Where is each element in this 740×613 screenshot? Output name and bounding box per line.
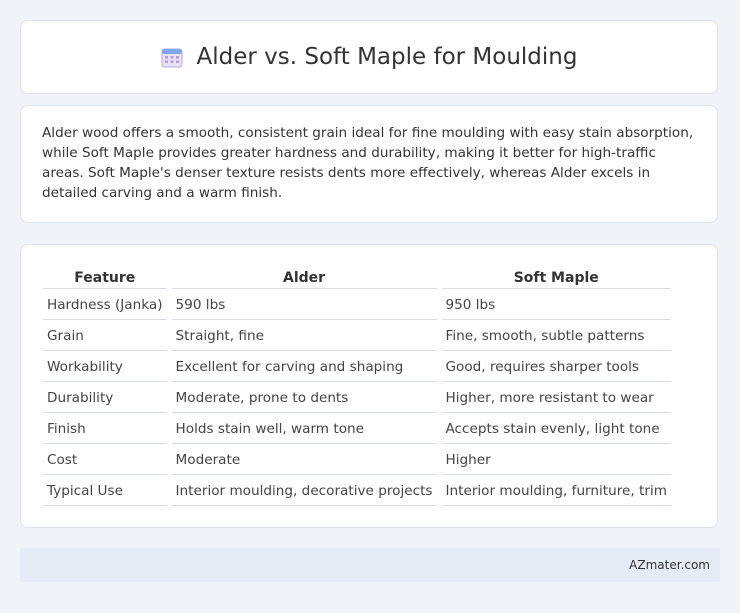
cell-feature: Hardness (Janka) — [43, 290, 167, 320]
title-card: Alder vs. Soft Maple for Moulding — [20, 20, 718, 94]
cell-alder: 590 lbs — [171, 290, 437, 320]
table-row: Grain Straight, fine Fine, smooth, subtl… — [43, 321, 671, 351]
header-soft-maple: Soft Maple — [441, 267, 671, 289]
table-row: Typical Use Interior moulding, decorativ… — [43, 476, 671, 506]
cell-feature: Finish — [43, 414, 167, 444]
footer: AZmater.com — [20, 548, 720, 582]
cell-alder: Straight, fine — [171, 321, 437, 351]
cell-alder: Moderate, prone to dents — [171, 383, 437, 413]
table-row: Workability Excellent for carving and sh… — [43, 352, 671, 382]
cell-soft-maple: Higher — [441, 445, 671, 475]
cell-feature: Grain — [43, 321, 167, 351]
comparison-card: Feature Alder Soft Maple Hardness (Janka… — [20, 244, 718, 528]
table-row: Finish Holds stain well, warm tone Accep… — [43, 414, 671, 444]
header-feature: Feature — [43, 267, 167, 289]
cell-feature: Cost — [43, 445, 167, 475]
table-row: Hardness (Janka) 590 lbs 950 lbs — [43, 290, 671, 320]
title-wrap: Alder vs. Soft Maple for Moulding — [161, 44, 578, 70]
cell-feature: Typical Use — [43, 476, 167, 506]
cell-soft-maple: Good, requires sharper tools — [441, 352, 671, 382]
cell-alder: Excellent for carving and shaping — [171, 352, 437, 382]
summary-card: Alder wood offers a smooth, consistent g… — [20, 105, 718, 223]
cell-alder: Holds stain well, warm tone — [171, 414, 437, 444]
cell-soft-maple: Higher, more resistant to wear — [441, 383, 671, 413]
summary-text: Alder wood offers a smooth, consistent g… — [42, 125, 694, 201]
comparison-table: Feature Alder Soft Maple Hardness (Janka… — [38, 266, 676, 507]
table-row: Durability Moderate, prone to dents High… — [43, 383, 671, 413]
calendar-icon — [161, 46, 183, 68]
page-title: Alder vs. Soft Maple for Moulding — [196, 44, 578, 70]
table-header-row: Feature Alder Soft Maple — [43, 267, 671, 289]
header-alder: Alder — [171, 267, 437, 289]
cell-alder: Moderate — [171, 445, 437, 475]
footer-site-label: AZmater.com — [629, 558, 710, 572]
table-row: Cost Moderate Higher — [43, 445, 671, 475]
cell-soft-maple: Interior moulding, furniture, trim — [441, 476, 671, 506]
cell-soft-maple: Fine, smooth, subtle patterns — [441, 321, 671, 351]
cell-feature: Workability — [43, 352, 167, 382]
cell-alder: Interior moulding, decorative projects — [171, 476, 437, 506]
cell-feature: Durability — [43, 383, 167, 413]
cell-soft-maple: 950 lbs — [441, 290, 671, 320]
cell-soft-maple: Accepts stain evenly, light tone — [441, 414, 671, 444]
